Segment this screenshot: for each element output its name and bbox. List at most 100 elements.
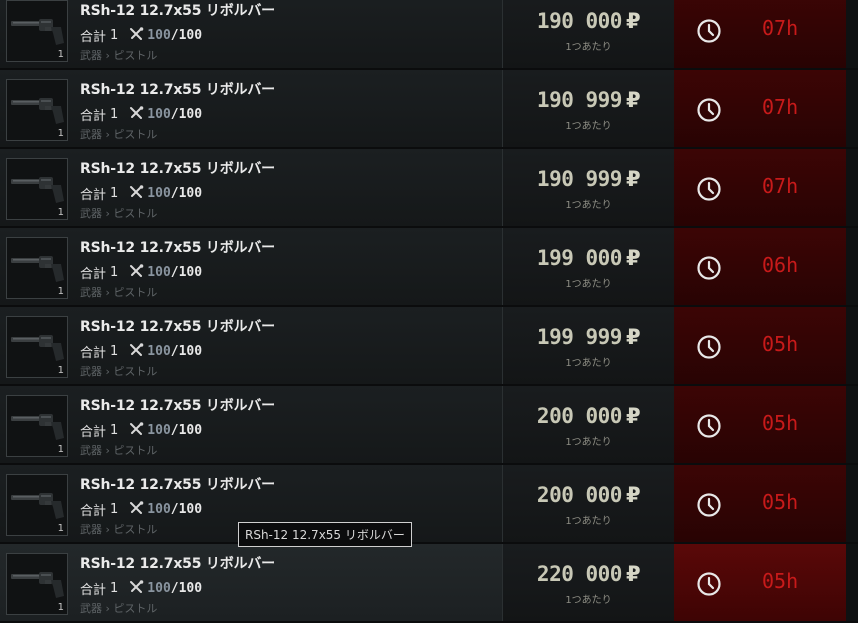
quantity-label: 1	[57, 207, 64, 218]
item-stats: 合計 1 100/100	[80, 579, 275, 598]
durability-max: /100	[170, 581, 203, 596]
item-thumbnail[interactable]: 1	[6, 237, 68, 299]
subcategory-label[interactable]: ピストル	[113, 286, 157, 299]
clock-icon	[697, 493, 721, 517]
price: 190 999 ₽	[503, 167, 674, 191]
time-left-cell[interactable]: 05h	[674, 544, 846, 621]
time-left-value: 07h	[762, 16, 799, 40]
offer-row[interactable]: 1 RSh-12 12.7x55 リボルバー 合計 1 100/100 武器 ›…	[0, 149, 858, 226]
item-title[interactable]: RSh-12 12.7x55 リボルバー	[80, 553, 275, 573]
item-thumbnail[interactable]: 1	[6, 79, 68, 141]
quantity-label: 1	[57, 286, 64, 297]
item-title[interactable]: RSh-12 12.7x55 リボルバー	[80, 395, 275, 415]
price-cell[interactable]: 200 000 ₽ 1つあたり	[502, 465, 674, 542]
clock-icon	[697, 414, 721, 438]
category-label[interactable]: 武器	[80, 444, 102, 457]
category-label[interactable]: 武器	[80, 365, 102, 378]
subcategory-label[interactable]: ピストル	[113, 602, 157, 615]
total-value: 1	[110, 28, 119, 43]
item-title[interactable]: RSh-12 12.7x55 リボルバー	[80, 158, 275, 178]
category-label[interactable]: 武器	[80, 49, 102, 62]
revolver-icon	[11, 19, 64, 45]
per-unit-label: 1つあたり	[565, 279, 612, 290]
price: 220 000 ₽	[503, 562, 674, 586]
subcategory-label[interactable]: ピストル	[113, 365, 157, 378]
price: 199 000 ₽	[503, 246, 674, 270]
price-value: 199 999	[536, 325, 623, 349]
clock-icon	[697, 335, 721, 359]
time-left-cell[interactable]: 05h	[674, 307, 846, 384]
item-thumbnail[interactable]: 1	[6, 474, 68, 536]
time-left-cell[interactable]: 07h	[674, 70, 846, 147]
time-left-value: 05h	[762, 411, 799, 435]
item-thumbnail[interactable]: 1	[6, 553, 68, 615]
item-title[interactable]: RSh-12 12.7x55 リボルバー	[80, 316, 275, 336]
category-label[interactable]: 武器	[80, 286, 102, 299]
total-value: 1	[110, 265, 119, 280]
item-title[interactable]: RSh-12 12.7x55 リボルバー	[80, 474, 275, 494]
item-info: RSh-12 12.7x55 リボルバー 合計 1 100/100 武器 › ピ…	[80, 237, 275, 300]
price-cell[interactable]: 190 000 ₽ 1つあたり	[502, 0, 674, 68]
price-value: 190 999	[536, 88, 623, 112]
offer-row[interactable]: 1 RSh-12 12.7x55 リボルバー 合計 1 100/100 武器 ›…	[0, 544, 858, 621]
revolver-icon	[11, 256, 64, 282]
item-info: RSh-12 12.7x55 リボルバー 合計 1 100/100 武器 › ピ…	[80, 158, 275, 221]
per-unit-label: 1つあたり	[565, 358, 612, 369]
price-cell[interactable]: 190 999 ₽ 1つあたり	[502, 149, 674, 226]
row-edge	[846, 149, 858, 226]
time-left-cell[interactable]: 05h	[674, 386, 846, 463]
subcategory-label[interactable]: ピストル	[113, 207, 157, 220]
total-value: 1	[110, 107, 119, 122]
item-stats: 合計 1 100/100	[80, 263, 275, 282]
breadcrumb: 武器 › ピストル	[80, 600, 275, 616]
item-thumbnail[interactable]: 1	[6, 316, 68, 378]
price-value: 190 999	[536, 167, 623, 191]
price-cell[interactable]: 220 000 ₽ 1つあたり	[502, 544, 674, 621]
time-left-cell[interactable]: 06h	[674, 228, 846, 305]
tools-icon	[129, 27, 144, 44]
category-label[interactable]: 武器	[80, 128, 102, 141]
item-title[interactable]: RSh-12 12.7x55 リボルバー	[80, 0, 275, 20]
offer-row[interactable]: 1 RSh-12 12.7x55 リボルバー 合計 1 100/100 武器 ›…	[0, 70, 858, 147]
price-cell[interactable]: 190 999 ₽ 1つあたり	[502, 70, 674, 147]
time-left-cell[interactable]: 05h	[674, 465, 846, 542]
price-value: 200 000	[536, 483, 623, 507]
category-label[interactable]: 武器	[80, 523, 102, 536]
breadcrumb: 武器 › ピストル	[80, 442, 275, 458]
offer-row[interactable]: 1 RSh-12 12.7x55 リボルバー 合計 1 100/100 武器 ›…	[0, 465, 858, 542]
tools-icon	[129, 422, 144, 439]
item-title[interactable]: RSh-12 12.7x55 リボルバー	[80, 237, 275, 257]
offer-row[interactable]: 1 RSh-12 12.7x55 リボルバー 合計 1 100/100 武器 ›…	[0, 386, 858, 463]
category-label[interactable]: 武器	[80, 207, 102, 220]
tooltip: RSh-12 12.7x55 リボルバー	[238, 522, 412, 547]
item-stats: 合計 1 100/100	[80, 105, 275, 124]
price-cell[interactable]: 199 000 ₽ 1つあたり	[502, 228, 674, 305]
price-cell[interactable]: 200 000 ₽ 1つあたり	[502, 386, 674, 463]
row-edge	[846, 228, 858, 305]
subcategory-label[interactable]: ピストル	[113, 444, 157, 457]
item-thumbnail[interactable]: 1	[6, 158, 68, 220]
time-left-cell[interactable]: 07h	[674, 0, 846, 68]
item-info: RSh-12 12.7x55 リボルバー 合計 1 100/100 武器 › ピ…	[80, 0, 275, 63]
item-thumbnail[interactable]: 1	[6, 0, 68, 62]
category-label[interactable]: 武器	[80, 602, 102, 615]
durability-value: 100	[147, 28, 171, 43]
item-title[interactable]: RSh-12 12.7x55 リボルバー	[80, 79, 275, 99]
quantity-label: 1	[57, 128, 64, 139]
offer-row[interactable]: 1 RSh-12 12.7x55 リボルバー 合計 1 100/100 武器 ›…	[0, 307, 858, 384]
ruble-icon: ₽	[625, 325, 641, 349]
offer-row[interactable]: 1 RSh-12 12.7x55 リボルバー 合計 1 100/100 武器 ›…	[0, 228, 858, 305]
total-label: 合計	[80, 30, 107, 45]
subcategory-label[interactable]: ピストル	[113, 523, 157, 536]
time-left-cell[interactable]: 07h	[674, 149, 846, 226]
subcategory-label[interactable]: ピストル	[113, 49, 157, 62]
offer-row[interactable]: 1 RSh-12 12.7x55 リボルバー 合計 1 100/100 武器 ›…	[0, 0, 858, 68]
tools-icon	[129, 501, 144, 518]
subcategory-label[interactable]: ピストル	[113, 128, 157, 141]
price: 200 000 ₽	[503, 404, 674, 428]
per-unit-label: 1つあたり	[565, 437, 612, 448]
item-thumbnail[interactable]: 1	[6, 395, 68, 457]
item-stats: 合計 1 100/100	[80, 421, 275, 440]
price-cell[interactable]: 199 999 ₽ 1つあたり	[502, 307, 674, 384]
durability-value: 100	[147, 265, 171, 280]
